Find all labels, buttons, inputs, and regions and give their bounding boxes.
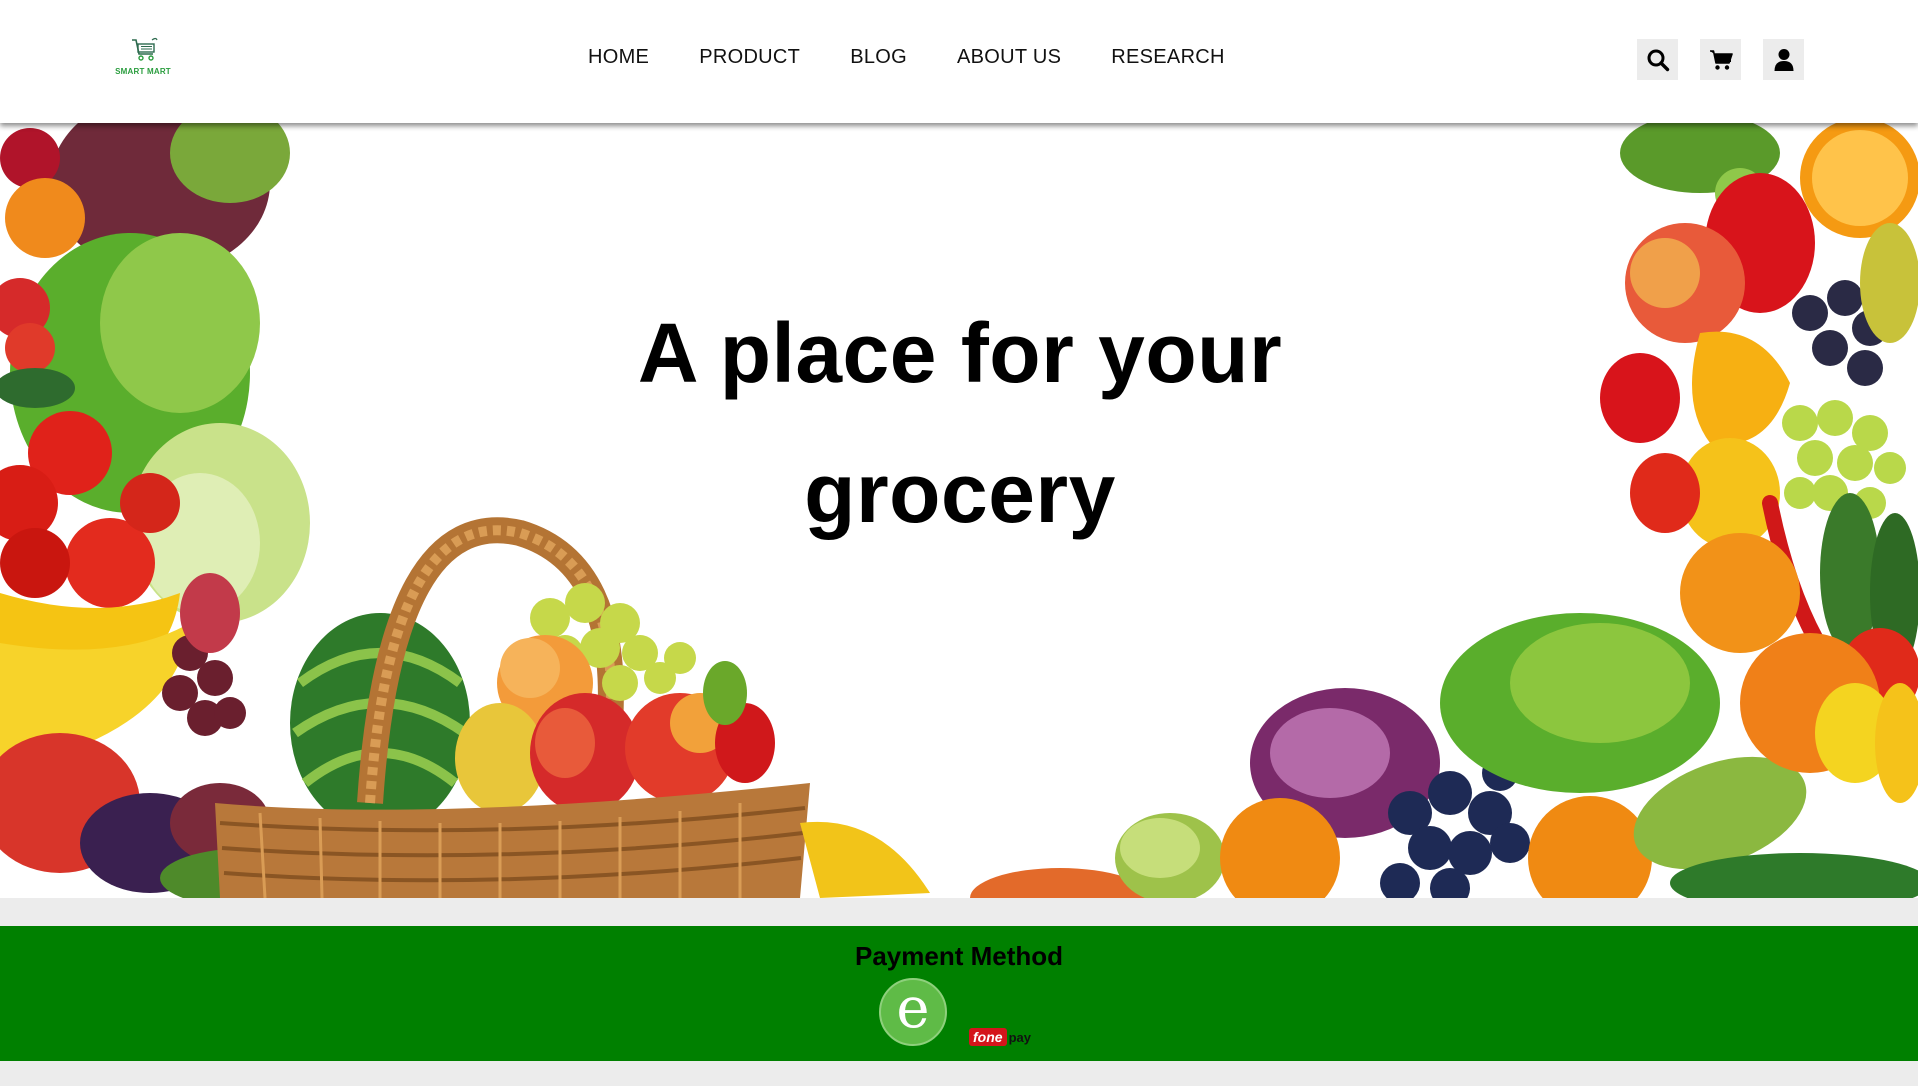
fonepay-fone-text: fone — [969, 1028, 1007, 1046]
cart-icon — [1709, 49, 1733, 70]
left-produce-cluster — [0, 123, 340, 898]
shopping-cart-icon — [132, 37, 158, 61]
nav-blog[interactable]: BLOG — [850, 46, 907, 69]
nav-product[interactable]: PRODUCT — [699, 46, 800, 69]
hero-heading: A place for your grocery — [560, 283, 1360, 563]
site-logo[interactable]: SMART MART — [112, 36, 174, 80]
user-icon — [1774, 48, 1793, 71]
cart-button[interactable] — [1700, 39, 1741, 80]
account-button[interactable] — [1763, 39, 1804, 80]
nav-home[interactable]: HOME — [588, 46, 649, 69]
payment-method-section: Payment Method e fone pay — [0, 926, 1918, 1061]
site-header: SMART MART HOME PRODUCT BLOG ABOUT US RE… — [0, 0, 1918, 123]
hero-banner: A place for your grocery — [0, 123, 1918, 898]
nav-about-us[interactable]: ABOUT US — [957, 46, 1061, 69]
fonepay-pay-text: pay — [1008, 1029, 1031, 1045]
page-bottom-strip — [0, 1061, 1918, 1086]
nav-research[interactable]: RESEARCH — [1111, 46, 1225, 69]
esewa-payment-logo[interactable]: e — [879, 978, 947, 1046]
search-button[interactable] — [1637, 39, 1678, 80]
hero-heading-line-2: grocery — [804, 446, 1116, 540]
payment-method-title: Payment Method — [854, 941, 1064, 971]
fruit-basket — [215, 517, 930, 898]
main-nav: HOME PRODUCT BLOG ABOUT US RESEARCH — [588, 46, 1225, 69]
fonepay-payment-logo[interactable]: fone pay — [969, 1026, 1031, 1048]
hero-heading-line-1: A place for your — [637, 306, 1283, 400]
search-icon — [1647, 49, 1669, 71]
logo-text: SMART MART — [115, 67, 171, 76]
esewa-e-glyph: e — [896, 976, 930, 1041]
